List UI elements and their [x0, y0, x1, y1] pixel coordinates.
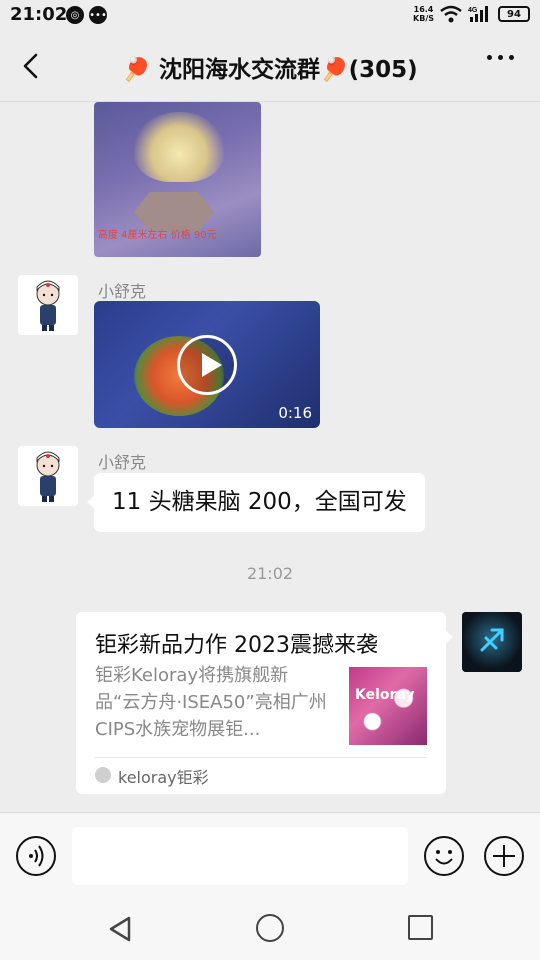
- status-indicators: 16.4 KB/S 4G 94: [413, 5, 530, 23]
- sender-name: 小舒克: [98, 453, 147, 472]
- avatar-icon: [36, 451, 60, 502]
- sagittarius-icon: [462, 612, 522, 672]
- message-timestamp: 21:02: [246, 564, 294, 583]
- article-card[interactable]: 钜彩新品力作 2023震撼来袭 钜彩Keloray将携旗舰新品“云方舟·ISEA…: [76, 612, 453, 794]
- nav-home-icon[interactable]: [256, 914, 284, 942]
- network-speed: 16.4 KB/S: [413, 5, 434, 23]
- chat-title: 🏓 沈阳海水交流群🏓(305): [122, 57, 418, 83]
- network-speed-unit: KB/S: [413, 14, 434, 23]
- message-icon: •••: [89, 6, 107, 24]
- my-avatar[interactable]: [462, 612, 522, 672]
- nav-recent-icon[interactable]: [408, 915, 433, 940]
- plus-icon[interactable]: [484, 836, 524, 876]
- network-type: 4G: [468, 7, 478, 14]
- voice-icon[interactable]: [16, 836, 56, 876]
- avatar[interactable]: [18, 446, 78, 506]
- signal-icon: 4G: [468, 6, 488, 22]
- video-duration: 0:16: [278, 404, 312, 422]
- input-bar: [0, 812, 540, 898]
- card-thumb-text: Keloray: [355, 687, 415, 703]
- message-input[interactable]: [72, 827, 408, 885]
- avatar-icon: [36, 280, 60, 331]
- card-thumbnail: Keloray: [349, 667, 427, 745]
- notification-icon: ◎: [66, 6, 84, 24]
- wifi-icon: [440, 5, 462, 23]
- more-icon[interactable]: [487, 55, 514, 60]
- card-description: 钜彩Keloray将携旗舰新品“云方舟·ISEA50”亮相广州CIPS水族宠物展…: [95, 665, 327, 740]
- battery-indicator: 94: [498, 6, 530, 22]
- video-message[interactable]: 0:16: [94, 301, 320, 428]
- nav-back-icon[interactable]: [107, 916, 133, 942]
- image-message[interactable]: 高度 4厘米左右 价格 90元: [94, 102, 261, 257]
- network-speed-value: 16.4: [413, 5, 434, 14]
- sender-name: 小舒克: [98, 282, 147, 301]
- source-icon: [95, 767, 111, 783]
- play-icon[interactable]: [177, 335, 237, 395]
- card-source: keloray钜彩: [118, 768, 209, 787]
- card-title: 钜彩新品力作 2023震撼来袭: [95, 633, 378, 658]
- status-time: 21:02: [10, 4, 68, 25]
- image-caption: 高度 4厘米左右 价格 90元: [98, 230, 217, 241]
- avatar[interactable]: [18, 275, 78, 335]
- coral-photo: [134, 112, 224, 182]
- text-message[interactable]: 11 头糖果脑 200，全国可发: [87, 473, 425, 532]
- emoji-icon[interactable]: [424, 836, 464, 876]
- divider: [95, 757, 427, 758]
- system-navigation: [0, 898, 540, 960]
- chat-header: 🏓 沈阳海水交流群🏓(305): [0, 30, 540, 102]
- message-list[interactable]: 高度 4厘米左右 价格 90元 小舒克 0:16 小舒克 11 头糖果脑 200…: [0, 102, 540, 812]
- notification-icons: ◎ •••: [66, 6, 107, 24]
- status-bar: 21:02 ◎ ••• 16.4 KB/S 4G 94: [0, 0, 540, 30]
